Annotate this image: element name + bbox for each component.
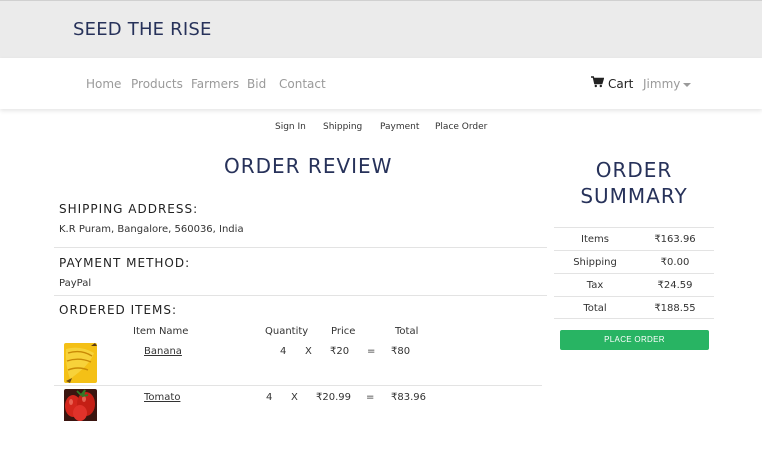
times-sign: X [291, 392, 298, 403]
brand-logo-text[interactable]: SEED THE RISE [73, 19, 212, 40]
user-menu-toggle[interactable]: Jimmy [643, 77, 692, 91]
summary-value: ₹163.96 [654, 234, 696, 245]
summary-row-shipping: Shipping ₹0.00 [554, 250, 714, 273]
item-quantity: 4 [266, 392, 273, 403]
user-name: Jimmy [643, 77, 681, 91]
equals-sign: = [366, 392, 375, 403]
top-brand-bar: SEED THE RISE [0, 0, 762, 58]
summary-label: Tax [586, 280, 604, 291]
item-name-link-tomato[interactable]: Tomato [144, 392, 180, 403]
place-order-button[interactable]: PLACE ORDER [560, 330, 709, 350]
nav-contact[interactable]: Contact [279, 77, 326, 91]
column-header-price: Price [331, 326, 356, 337]
nav-home[interactable]: Home [86, 77, 121, 91]
cart-label: Cart [608, 76, 634, 91]
summary-value: ₹188.55 [654, 303, 696, 314]
item-total: ₹83.96 [391, 392, 426, 403]
summary-label: Total [583, 303, 607, 314]
item-name-link-banana[interactable]: Banana [144, 346, 182, 357]
column-header-total: Total [395, 326, 419, 337]
divider [54, 385, 542, 386]
step-payment[interactable]: Payment [380, 122, 419, 132]
summary-row-total: Total ₹188.55 [554, 296, 714, 319]
divider [54, 247, 547, 248]
shipping-address-heading: SHIPPING ADDRESS: [59, 202, 199, 216]
shipping-address-value: K.R Puram, Bangalore, 560036, India [59, 224, 244, 235]
nav-farmers[interactable]: Farmers [191, 77, 239, 91]
times-sign: X [305, 346, 312, 357]
divider [54, 295, 547, 296]
banana-image [64, 343, 97, 383]
tomato-image [64, 389, 97, 429]
payment-method-heading: PAYMENT METHOD: [59, 256, 191, 270]
order-summary-title: ORDER SUMMARY [554, 157, 714, 209]
summary-row-tax: Tax ₹24.59 [554, 273, 714, 296]
summary-row-items: Items ₹163.96 [554, 227, 714, 250]
item-price: ₹20 [330, 346, 350, 357]
order-summary-title-line-2: SUMMARY [580, 184, 688, 208]
summary-label: Items [581, 234, 609, 245]
step-shipping[interactable]: Shipping [323, 122, 362, 132]
item-total: ₹80 [391, 346, 411, 357]
ordered-items-heading: ORDERED ITEMS: [59, 303, 178, 317]
equals-sign: = [367, 346, 376, 357]
step-place-order[interactable]: Place Order [435, 122, 487, 132]
cart-link[interactable]: Cart [591, 76, 633, 91]
summary-value: ₹0.00 [660, 257, 690, 268]
column-header-item-name: Item Name [133, 326, 189, 337]
item-quantity: 4 [280, 346, 287, 357]
shopping-cart-icon [591, 76, 605, 91]
payment-method-value: PayPal [59, 278, 92, 289]
nav-bid[interactable]: Bid [247, 77, 266, 91]
step-sign-in[interactable]: Sign In [275, 122, 306, 132]
summary-label: Shipping [573, 257, 617, 268]
column-header-quantity: Quantity [265, 326, 309, 337]
order-summary-title-line-1: ORDER [595, 158, 673, 182]
main-navbar: Home Products Farmers Bid Contact Cart J… [0, 58, 762, 109]
summary-value: ₹24.59 [657, 280, 693, 291]
item-price: ₹20.99 [316, 392, 351, 403]
order-review-title: ORDER REVIEW [224, 154, 393, 178]
caret-down-icon [683, 82, 692, 87]
nav-products[interactable]: Products [131, 77, 183, 91]
